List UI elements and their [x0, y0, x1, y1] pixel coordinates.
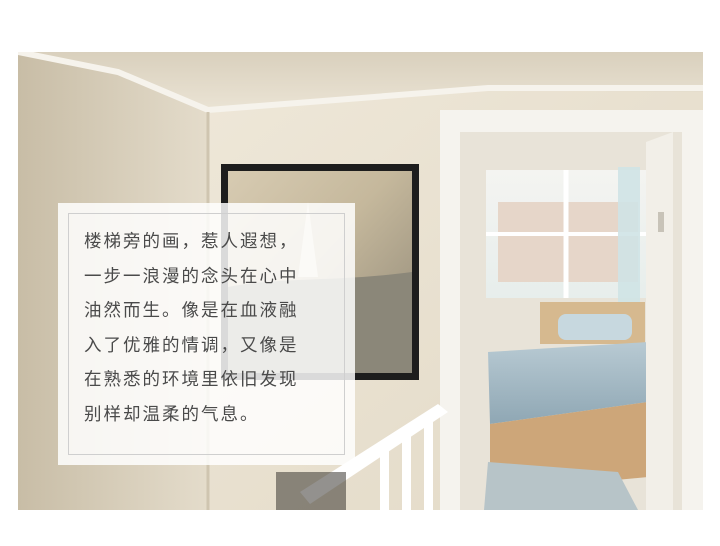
baluster: [402, 430, 411, 510]
wine-rack: [276, 472, 346, 510]
door-hinge: [658, 212, 664, 232]
caption-line: 入了优雅的情调，又像是: [84, 335, 299, 356]
baluster: [424, 416, 433, 510]
caption-line: 一步一浪漫的念头在心中: [84, 266, 299, 287]
caption-line: 楼梯旁的画，惹人遐想，: [84, 232, 299, 252]
pillow: [558, 314, 632, 340]
curtain: [618, 167, 640, 302]
caption-text: 楼梯旁的画，惹人遐想， 一步一浪漫的念头在心中 油然而生。像是在血液融 入了优雅…: [84, 225, 334, 433]
caption-line: 油然而生。像是在血液融: [84, 301, 299, 322]
door-leaf: [646, 132, 673, 510]
baluster: [380, 444, 389, 510]
page: 楼梯旁的画，惹人遐想， 一步一浪漫的念头在心中 油然而生。像是在血液融 入了优雅…: [0, 0, 720, 546]
caption-card: 楼梯旁的画，惹人遐想， 一步一浪漫的念头在心中 油然而生。像是在血液融 入了优雅…: [58, 203, 355, 465]
caption-line: 别样却温柔的气息。: [84, 404, 260, 425]
caption-line: 在熟悉的环境里依旧发现: [84, 370, 299, 391]
